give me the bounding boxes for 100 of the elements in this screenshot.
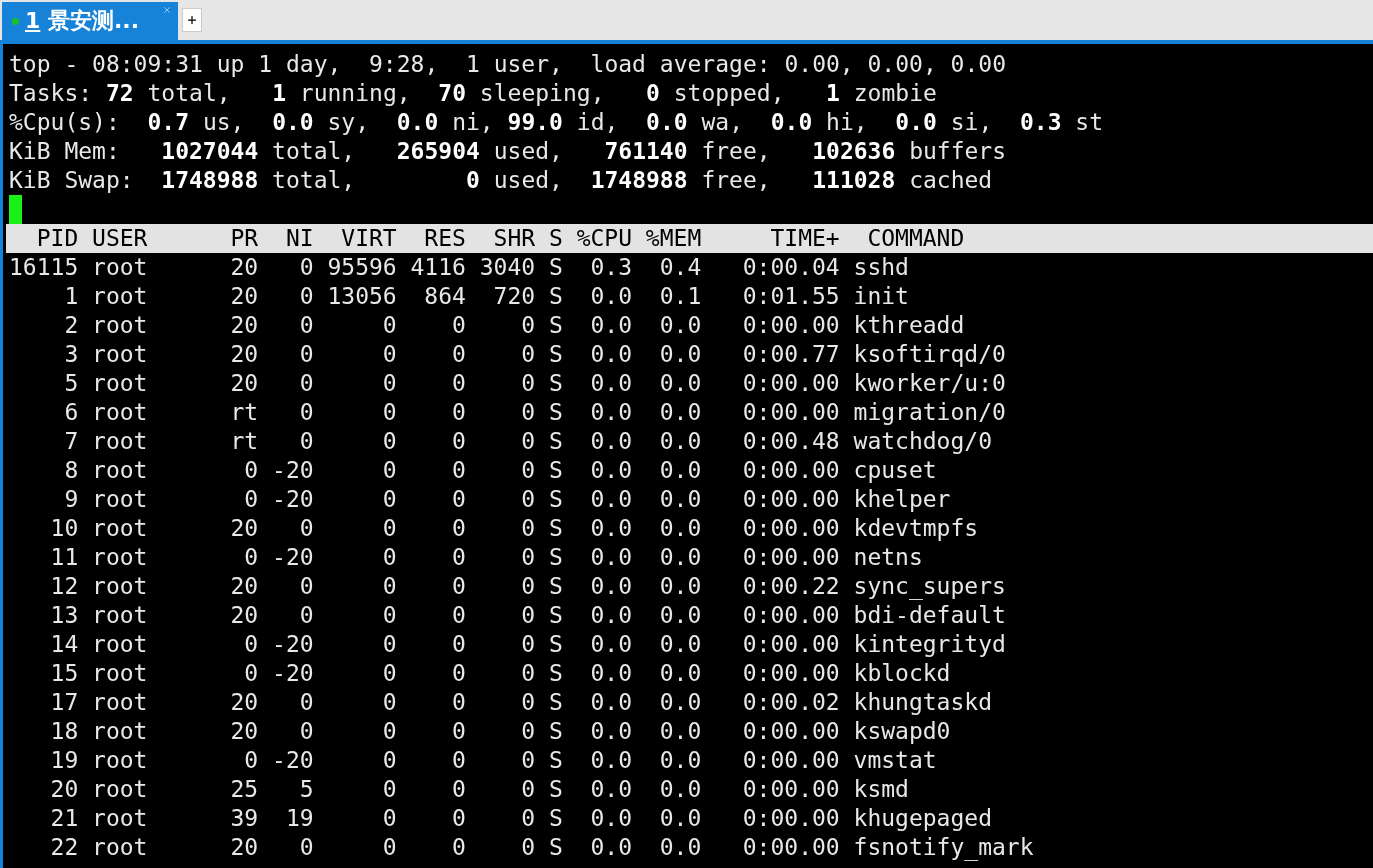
table-cell-text: 0.0 xyxy=(658,485,702,514)
table-cell-text: root xyxy=(92,340,149,369)
session-tab[interactable]: 1 景安测... xyxy=(2,2,178,40)
table-cell-text: 0.0 xyxy=(589,688,632,717)
table-cell-text: 0 xyxy=(298,427,314,456)
table-cell-text: 0 xyxy=(298,717,314,746)
table-cell-text: root xyxy=(92,485,149,514)
table-cell-text: root xyxy=(92,514,149,543)
table-cell-text: 0:00.00 xyxy=(741,630,840,659)
table-cell-text: 0 xyxy=(520,659,536,688)
table-cell: S xyxy=(548,456,563,485)
table-cell-text: 0.0 xyxy=(589,601,632,630)
summary-line: Tasks: 72 total, 1 running, 70 sleeping, 0 stopped, 1 zombie xyxy=(9,79,938,108)
table-cell-text: 0 xyxy=(520,456,536,485)
table-cell-text: 0 xyxy=(243,485,259,514)
table-cell-text: fsnotify_mark xyxy=(853,833,1035,862)
table-cell-text: root xyxy=(92,456,149,485)
table-cell-text: 15 xyxy=(49,659,79,688)
table-cell-text: 0.0 xyxy=(658,601,702,630)
table-cell-text: 2 xyxy=(63,311,79,340)
table-cell-text: 0.0 xyxy=(589,572,632,601)
table-cell-text: 720 xyxy=(492,282,536,311)
table-cell-text: 0.0 xyxy=(658,543,702,572)
table-cell-text: 0.0 xyxy=(658,456,702,485)
table-cell-text: khugepaged xyxy=(853,804,993,833)
table-cell-text: 0 xyxy=(381,659,397,688)
table-cell: S xyxy=(548,659,563,688)
table-cell-text: 0.0 xyxy=(589,456,632,485)
table-cell-text: 0 xyxy=(243,543,259,572)
table-cell-text: 0.0 xyxy=(589,833,632,862)
table-cell-text: 0 xyxy=(451,398,466,427)
table-cell: S xyxy=(548,804,563,833)
table-cell: S xyxy=(548,601,563,630)
table-cell-text: 0 xyxy=(520,746,536,775)
table-cell: S xyxy=(548,427,563,456)
table-cell-text: root xyxy=(92,804,149,833)
table-cell-text: migration/0 xyxy=(853,398,1007,427)
table-cell-text: root xyxy=(92,543,149,572)
table-cell-text: 0 xyxy=(298,572,314,601)
table-cell-text: kblockd xyxy=(853,659,952,688)
table-cell-text: kworker/u:0 xyxy=(853,369,1007,398)
table-cell-text: 0.0 xyxy=(658,427,702,456)
table-cell-text: 0 xyxy=(298,688,314,717)
table-cell-text: 20 xyxy=(229,369,259,398)
table-cell-text: 0.0 xyxy=(658,746,702,775)
column-header: COMMAND xyxy=(867,224,966,253)
table-cell-text: 0 xyxy=(520,340,536,369)
table-cell-text: root xyxy=(92,775,149,804)
table-cell-text: 0 xyxy=(381,543,397,572)
table-cell-text: 14 xyxy=(49,630,79,659)
table-cell: S xyxy=(548,485,563,514)
table-cell-text: 7 xyxy=(63,427,79,456)
column-header: RES xyxy=(423,224,466,253)
table-cell-text: 0.0 xyxy=(658,630,702,659)
table-cell-text: 0.0 xyxy=(658,688,702,717)
table-cell-text: 0 xyxy=(451,485,466,514)
table-cell-text: root xyxy=(92,746,149,775)
table-cell-text: 0 xyxy=(381,804,397,833)
table-cell: 95596 xyxy=(327,253,397,282)
table-cell-text: 0 xyxy=(381,398,397,427)
table-cell-text: 20 xyxy=(229,514,259,543)
table-cell-text: 12 xyxy=(49,572,79,601)
table-cell-text: 0.0 xyxy=(589,659,632,688)
table-cell-text: 0:00.00 xyxy=(741,775,840,804)
table-cell: S xyxy=(548,630,563,659)
column-header: VIRT xyxy=(340,224,397,253)
table-cell-text: 0 xyxy=(298,369,314,398)
table-cell-text: 20 xyxy=(229,340,259,369)
table-cell-text: 20 xyxy=(229,282,259,311)
table-cell-text: 0 xyxy=(381,833,397,862)
table-cell-text: 0:00.00 xyxy=(741,485,840,514)
table-cell-text: bdi-default xyxy=(853,601,1007,630)
table-cell-text: 0.0 xyxy=(658,717,702,746)
table-cell-text: kswapd0 xyxy=(853,717,952,746)
table-cell-text: 0:00.00 xyxy=(741,543,840,572)
table-cell-text: 0 xyxy=(451,311,466,340)
table-cell-text: 0.0 xyxy=(658,775,702,804)
table-cell-text: 0 xyxy=(243,659,259,688)
table-cell-text: 0.1 xyxy=(658,282,702,311)
table-cell-text: root xyxy=(92,717,149,746)
table-cell: S xyxy=(548,369,563,398)
table-cell-text: root xyxy=(92,398,149,427)
table-cell-text: 20 xyxy=(229,601,259,630)
table-cell-text: 22 xyxy=(49,833,79,862)
table-cell-text: 0 xyxy=(451,369,466,398)
new-tab-button[interactable] xyxy=(182,8,202,32)
table-cell-text: 0 xyxy=(298,311,314,340)
table-cell-text: kdevtmpfs xyxy=(853,514,980,543)
table-cell-text: 1 xyxy=(63,282,79,311)
table-cell-text: cpuset xyxy=(853,456,938,485)
table-cell-text: kthreadd xyxy=(853,311,966,340)
table-cell-text: 0 xyxy=(451,775,466,804)
table-cell-text: 5 xyxy=(63,369,79,398)
table-cell-text: 0 xyxy=(381,427,397,456)
table-cell-text: ksoftirqd/0 xyxy=(853,340,1007,369)
table-cell-text: 17 xyxy=(49,688,79,717)
table-cell: -20 xyxy=(272,659,314,688)
table-cell-text: 0 xyxy=(243,630,259,659)
table-cell-text: 0 xyxy=(451,456,466,485)
table-cell: S xyxy=(548,282,563,311)
